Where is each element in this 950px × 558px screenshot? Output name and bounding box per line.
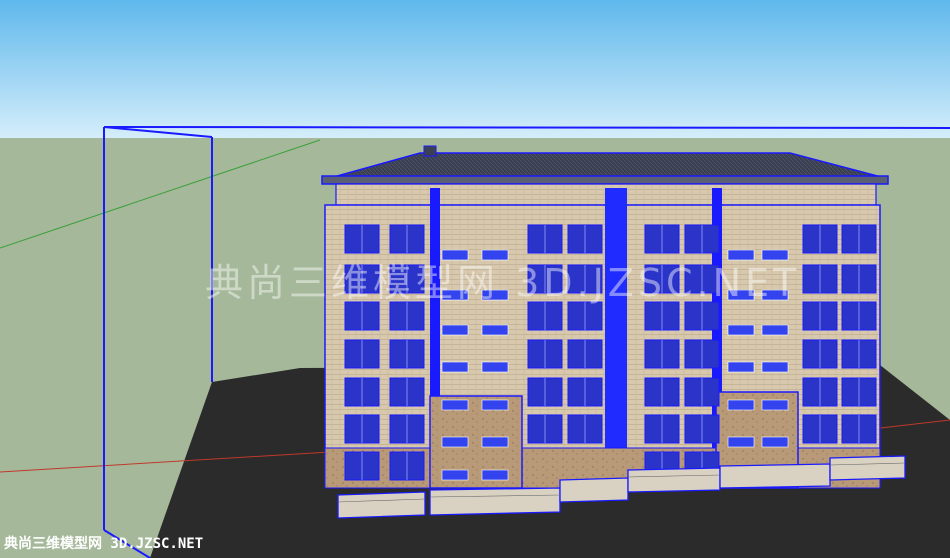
blue-recess-center bbox=[605, 188, 627, 483]
cornice bbox=[321, 175, 889, 185]
balcony-railing bbox=[441, 324, 469, 336]
balcony-railing bbox=[761, 399, 789, 411]
balcony-railing bbox=[481, 399, 509, 411]
watermark-bottom: 典尚三维模型网 3D.JZSC.NET bbox=[4, 536, 204, 552]
sky bbox=[0, 0, 950, 140]
balcony-railing bbox=[481, 289, 509, 301]
balcony-railing bbox=[441, 469, 469, 481]
balcony-railing bbox=[761, 324, 789, 336]
balcony-railing bbox=[441, 399, 469, 411]
balcony-railing bbox=[481, 361, 509, 373]
building bbox=[321, 145, 906, 519]
balcony-railing bbox=[441, 249, 469, 261]
roof bbox=[329, 152, 886, 179]
balcony-railing bbox=[727, 399, 755, 411]
balcony-railing bbox=[481, 324, 509, 336]
building-model-scene bbox=[0, 0, 950, 558]
balcony-railing bbox=[481, 436, 509, 448]
balcony-railing bbox=[727, 324, 755, 336]
roof-chimney bbox=[423, 145, 437, 157]
balcony-railing bbox=[761, 436, 789, 448]
balcony-railing bbox=[441, 361, 469, 373]
balcony-railing bbox=[761, 249, 789, 261]
balcony-railing bbox=[727, 436, 755, 448]
balcony-railing bbox=[761, 289, 789, 301]
balcony-railing bbox=[727, 289, 755, 301]
balcony-railing bbox=[761, 361, 789, 373]
balcony-railing bbox=[481, 469, 509, 481]
balcony-railing bbox=[481, 249, 509, 261]
balcony-railing bbox=[441, 289, 469, 301]
balcony-railing bbox=[727, 361, 755, 373]
balcony-railing bbox=[727, 249, 755, 261]
balcony-railing bbox=[441, 436, 469, 448]
